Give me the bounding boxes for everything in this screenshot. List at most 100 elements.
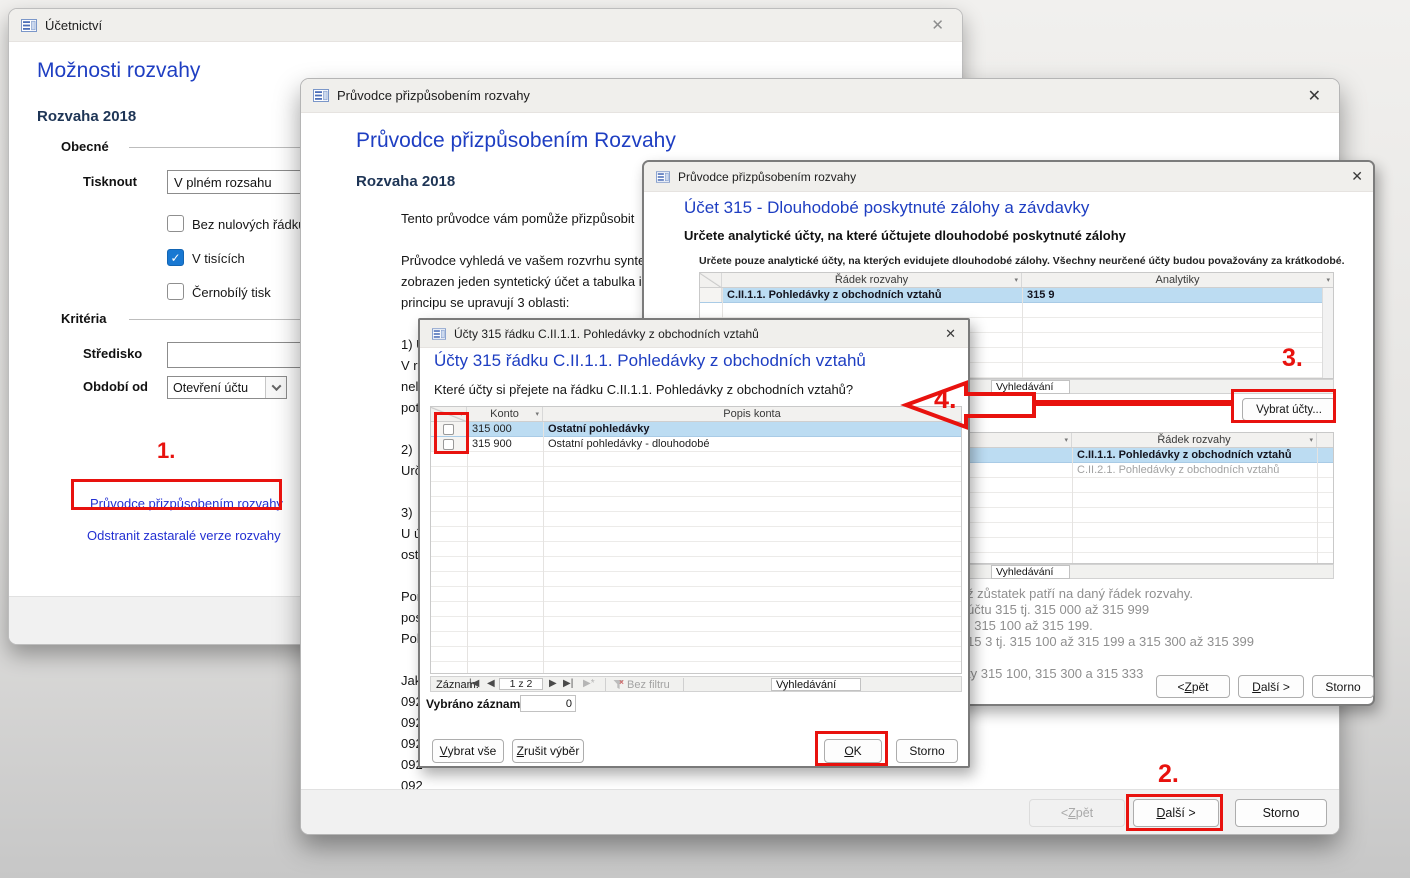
intro-line: Tento průvodce vám pomůže přizpůsobit (401, 211, 645, 232)
table-row-selected[interactable]: C.II.1.1. Pohledávky z obchodních vztahů… (700, 288, 1333, 303)
search-placeholder: Vyhledávání (996, 566, 1053, 578)
back-label-rest: pět (1076, 806, 1093, 820)
intro-line: zobrazen jeden syntetický účet a tabulka… (401, 274, 645, 295)
hint-line: ž zůstatek patří na daný řádek rozvahy. (967, 586, 1254, 602)
remove-old-versions-link[interactable]: Odstranit zastaralé verze rozvahy (87, 528, 281, 543)
last-record-button[interactable]: ▶| (563, 678, 573, 689)
step-note: Určete pouze analytické účty, na kterých… (699, 255, 1345, 267)
chevron-down-icon[interactable]: ▾ (459, 410, 463, 418)
row-checkbox-cell[interactable] (431, 437, 467, 451)
row-checkbox[interactable] (443, 439, 454, 450)
back-button[interactable]: < Zpět (1029, 799, 1125, 827)
selected-records-input[interactable]: 0 (520, 695, 576, 712)
select-all-button[interactable]: Vybrat vše (432, 739, 504, 763)
period-from-value: Otevření účtu (168, 377, 265, 398)
back-button[interactable]: < Zpět (1156, 675, 1230, 698)
next-label-key: D (1252, 680, 1261, 694)
row-selector[interactable] (700, 288, 722, 302)
window-title: Průvodce přizpůsobením rozvahy (678, 170, 856, 184)
row-konto: 315 900 (467, 437, 543, 451)
page-title: Možnosti rozvahy (37, 59, 200, 83)
report-version: Rozvaha 2018 (37, 108, 136, 125)
divider (605, 678, 606, 691)
table-row[interactable]: 315 900 Ostatní pohledávky - dlouhodobé (431, 437, 961, 452)
window-title: Účty 315 řádku C.II.1.1. Pohledávky z ob… (454, 327, 759, 341)
titlebar[interactable]: Účetnictví ✕ (9, 9, 962, 42)
clear-selection-rest: rušit výběr (524, 744, 579, 758)
back-label: < (1177, 680, 1184, 694)
chevron-down-icon[interactable]: ▾ (535, 410, 539, 418)
dropdown-button[interactable] (265, 377, 286, 398)
next-button[interactable]: Další > (1133, 799, 1219, 827)
back-label-rest: pět (1192, 680, 1209, 694)
ok-button[interactable]: OK (824, 739, 882, 763)
select-all-corner[interactable]: ▾ (431, 407, 467, 421)
column-header-analytiky[interactable]: Analytiky▾ (1022, 273, 1333, 287)
search-input[interactable]: Vyhledávání (771, 678, 861, 691)
filter-state-label[interactable]: Bez filtru (627, 679, 670, 691)
ok-rest: K (854, 744, 862, 758)
back-label-key: Z (1068, 806, 1076, 820)
gridline (1022, 288, 1023, 378)
close-icon[interactable]: ✕ (931, 9, 944, 41)
next-label-rest: alší > (1165, 806, 1195, 820)
cancel-button[interactable]: Storno (1235, 799, 1327, 827)
next-label-rest: alší > (1261, 680, 1290, 694)
next-record-button[interactable]: ▶ (549, 678, 557, 689)
close-icon[interactable]: ✕ (945, 320, 956, 347)
period-from-label: Období od (83, 379, 148, 394)
close-icon[interactable]: ✕ (1351, 162, 1363, 191)
previous-record-button[interactable]: ◀ (487, 678, 495, 689)
form-icon (313, 89, 329, 102)
row-checkbox-cell[interactable] (431, 422, 467, 436)
intro-line (401, 232, 645, 253)
row-label: C.II.1.1. Pohledávky z obchodních vztahů (722, 288, 1022, 302)
titlebar[interactable]: Průvodce přizpůsobením rozvahy ✕ (644, 162, 1373, 192)
gridline (543, 422, 544, 673)
form-icon (656, 171, 670, 183)
column-header-radek-rozvahy[interactable]: Řádek rozvahy▾ (722, 273, 1022, 287)
gridline (467, 422, 468, 673)
column-header-popis-konta[interactable]: Popis konta (543, 407, 961, 421)
intro-line: Průvodce vyhledá ve vašem rozvrhu synte (401, 253, 645, 274)
chevron-down-icon[interactable]: ▾ (1014, 276, 1018, 284)
column-header-radek-rozvahy[interactable]: Řádek rozvahy▾ (1072, 433, 1317, 447)
cancel-button[interactable]: Storno (896, 739, 958, 763)
checkbox-in-thousands[interactable]: ✓ (167, 249, 184, 266)
titlebar[interactable]: Účty 315 řádku C.II.1.1. Pohledávky z ob… (420, 320, 968, 348)
vertical-scrollbar[interactable] (1322, 288, 1333, 378)
column-label: Popis konta (723, 408, 780, 420)
titlebar[interactable]: Průvodce přizpůsobením rozvahy ✕ (301, 79, 1339, 113)
period-from-select[interactable]: Otevření účtu (167, 376, 287, 399)
row-spacer (1317, 448, 1333, 462)
chevron-down-icon[interactable]: ▾ (1064, 436, 1068, 444)
cancel-button[interactable]: Storno (1312, 675, 1374, 698)
column-header-konto[interactable]: Konto▾ (467, 407, 543, 421)
search-input[interactable]: Vyhledávání (991, 565, 1070, 579)
select-all-corner[interactable] (700, 273, 722, 287)
chevron-down-icon[interactable]: ▾ (1309, 436, 1313, 444)
hint-line (967, 650, 1254, 666)
table-row-selected[interactable]: 315 000 Ostatní pohledávky (431, 422, 961, 437)
next-button[interactable]: Další > (1238, 675, 1304, 698)
wizard-link[interactable]: Průvodce přizpůsobením rozvahy (90, 496, 283, 511)
chevron-down-icon[interactable]: ▾ (1326, 276, 1330, 284)
checkbox-no-zero-rows[interactable] (167, 215, 184, 232)
new-record-button[interactable]: ▶* (583, 678, 595, 689)
record-position[interactable]: 1 z 2 (499, 678, 543, 690)
wizard-title: Průvodce přizpůsobením Rozvahy (356, 129, 676, 153)
search-input[interactable]: Vyhledávání (991, 380, 1070, 394)
clear-selection-button[interactable]: Zrušit výběr (512, 739, 584, 763)
row-checkbox[interactable] (443, 424, 454, 435)
close-icon[interactable]: ✕ (1308, 79, 1321, 112)
checkbox-in-thousands-label: V tisících (192, 251, 245, 266)
select-accounts-button[interactable]: Vybrat účty... (1242, 398, 1336, 421)
accounts-table: ▾ Konto▾ Popis konta 315 000 Ostatní poh… (430, 406, 962, 674)
row-label: C.II.2.1. Pohledávky z obchodních vztahů (1072, 463, 1317, 477)
hint-line: . 315 100 až 315 199. (967, 618, 1254, 634)
checkbox-bw-print[interactable] (167, 283, 184, 300)
hint-line: účtu 315 tj. 315 000 až 315 999 (967, 602, 1254, 618)
row-spacer (1317, 463, 1333, 477)
first-record-button[interactable]: |◀ (469, 678, 479, 689)
table-header: ▾ Konto▾ Popis konta (431, 407, 961, 422)
